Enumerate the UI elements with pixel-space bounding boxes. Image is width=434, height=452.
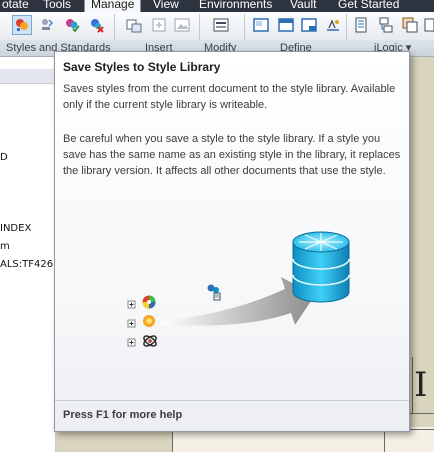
insert-image-button[interactable]	[172, 15, 192, 35]
tooltip-title: Save Styles to Style Library	[63, 60, 221, 74]
browser-text-line: INDEX	[0, 223, 32, 234]
tab-rotate[interactable]: otate	[2, 0, 29, 12]
save-styles-tooltip: Save Styles to Style Library Saves style…	[54, 51, 410, 432]
insert-ifeature-button[interactable]	[149, 15, 169, 35]
ribbon-separator	[114, 14, 115, 40]
ilogic-browser-button[interactable]	[376, 15, 396, 35]
insert-object-button[interactable]	[124, 15, 144, 35]
expand-plus-icon	[127, 300, 136, 309]
ribbon-separator	[346, 14, 347, 40]
update-styles-button[interactable]	[37, 15, 57, 35]
tab-vault[interactable]: Vault	[290, 0, 316, 12]
ilogic-rules-button[interactable]	[352, 15, 372, 35]
update-styles-icon	[42, 19, 54, 30]
color-style-icon	[142, 295, 156, 309]
ribbon-panel	[0, 12, 434, 41]
ilogic-browser-icon	[379, 17, 393, 33]
modify-document-button[interactable]	[211, 15, 231, 35]
insert-ifeature-icon	[152, 18, 166, 32]
menu-tab-bar: otate Tools Manage View Environments Vau…	[0, 0, 434, 12]
define-sheet-button[interactable]	[276, 15, 296, 35]
view-block-icon	[253, 18, 269, 32]
browser-text-line: m	[0, 241, 10, 252]
ilogic-more-icon	[424, 18, 434, 32]
browser-text-line: ALS:TF426:	[0, 259, 57, 270]
tooltip-footer-divider	[55, 400, 409, 401]
ribbon-separator	[199, 14, 200, 40]
sketched-symbol-icon	[327, 19, 339, 31]
sheet-border-line	[412, 357, 413, 413]
tooltip-illustration	[127, 231, 350, 347]
expand-plus-icon	[127, 319, 136, 328]
style-editor-icon	[16, 19, 28, 31]
model-browser-panel: D INDEX m ALS:TF426:	[0, 57, 56, 452]
define-title-block-button[interactable]	[299, 15, 319, 35]
document-settings-icon	[213, 18, 229, 32]
browser-header	[0, 69, 55, 84]
tab-view[interactable]: View	[153, 0, 179, 12]
ilogic-more-button[interactable]	[423, 15, 434, 35]
ribbon-separator	[244, 14, 245, 40]
material-style-icon	[143, 335, 157, 347]
sheet-border-line	[384, 429, 385, 452]
insert-object-icon	[126, 19, 142, 33]
define-symbol-button[interactable]	[323, 15, 343, 35]
insert-image-icon	[174, 18, 190, 32]
ilogic-components-icon	[402, 17, 418, 33]
ilogic-components-button[interactable]	[400, 15, 420, 35]
browser-text-line: D	[0, 152, 8, 163]
define-view-button[interactable]	[251, 15, 271, 35]
purge-styles-button[interactable]	[87, 15, 107, 35]
sheet-format-icon	[278, 18, 294, 32]
lighting-style-icon	[143, 315, 155, 327]
title-block-letter: I	[414, 365, 428, 405]
tab-environments[interactable]: Environments	[199, 0, 272, 12]
save-styles-icon	[207, 284, 221, 301]
expand-plus-icon	[127, 338, 136, 347]
tooltip-help-hint: Press F1 for more help	[63, 409, 183, 421]
style-editor-button[interactable]	[12, 15, 32, 35]
save-styles-button[interactable]	[62, 15, 82, 35]
tab-get-started[interactable]: Get Started	[338, 0, 399, 12]
title-block-icon	[301, 18, 317, 32]
save-styles-icon	[66, 19, 80, 33]
tooltip-details: Be careful when you save a style to the …	[63, 133, 401, 177]
tab-tools[interactable]: Tools	[43, 0, 71, 12]
ilogic-rules-icon	[355, 17, 367, 33]
purge-styles-icon	[91, 19, 104, 33]
style-library-database-icon	[292, 231, 350, 303]
tab-manage[interactable]: Manage	[84, 0, 142, 12]
tooltip-summary: Saves styles from the current document t…	[63, 83, 396, 111]
save-arrow	[160, 277, 315, 326]
